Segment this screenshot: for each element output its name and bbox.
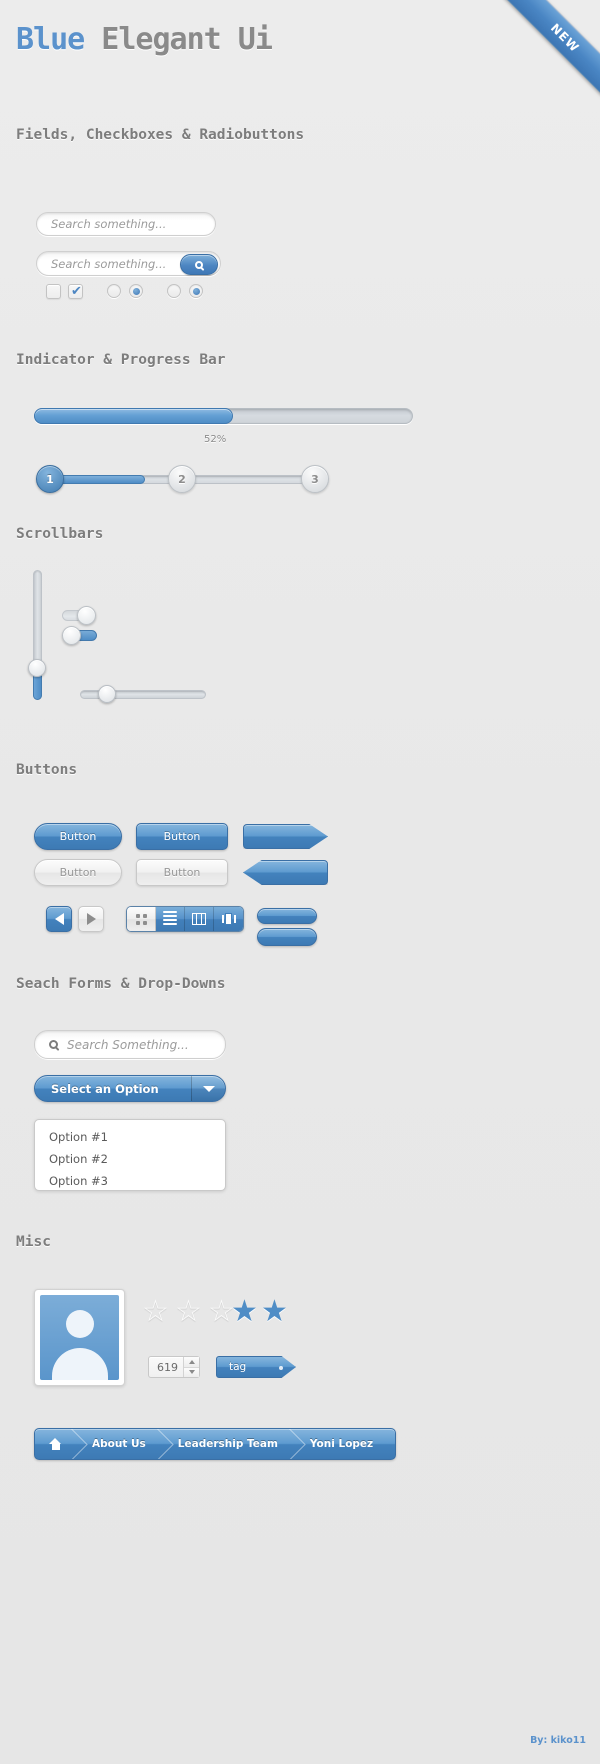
radio-dot-icon (133, 288, 140, 295)
progress-bar (34, 408, 413, 424)
step-indicator-fill (50, 475, 145, 484)
dropdown-options-list[interactable]: Option #1 Option #2 Option #3 (34, 1119, 226, 1191)
radio-checked-a[interactable] (129, 284, 143, 298)
search-form-input[interactable]: Search Something... (34, 1030, 226, 1059)
radio-checked-b[interactable] (189, 284, 203, 298)
section-title-fields: Fields, Checkboxes & Radiobuttons (16, 127, 305, 143)
progress-percent-label: 52% (204, 434, 227, 445)
coverflow-view-icon (221, 913, 237, 925)
check-icon: ✔ (71, 284, 82, 299)
new-ribbon-label: NEW (502, 0, 600, 101)
rating-star-5[interactable]: ★ (261, 1297, 288, 1327)
progress-bar-fill (34, 408, 234, 424)
quantity-stepper-value: 619 (157, 1360, 178, 1374)
column-view-icon (192, 913, 206, 925)
dropdown-toggle-button[interactable] (191, 1076, 225, 1101)
toggle-handle-off[interactable] (77, 606, 96, 625)
avatar-image (40, 1295, 119, 1380)
dropdown-selected-label: Select an Option (51, 1081, 159, 1096)
dropdown-select[interactable]: Select an Option (34, 1075, 226, 1102)
toggle-handle-on[interactable] (62, 626, 81, 645)
footer-credit: By: kiko11 (530, 1735, 586, 1746)
triangle-left-icon (54, 913, 64, 925)
home-icon (49, 1438, 62, 1450)
section-title-indicator: Indicator & Progress Bar (16, 352, 226, 368)
triangle-right-icon (86, 913, 96, 925)
dropdown-option-3[interactable]: Option #3 (35, 1170, 225, 1192)
new-ribbon: NEW (490, 0, 600, 110)
breadcrumb-item-leadership-team[interactable]: Leadership Team (160, 1429, 292, 1459)
avatar-body-icon (51, 1348, 108, 1380)
rating-star-1[interactable]: ☆ (142, 1297, 169, 1327)
caret-down-icon (188, 1370, 195, 1375)
toggle-switch-off[interactable] (62, 606, 97, 625)
search-submit-button[interactable] (180, 254, 218, 275)
avatar (34, 1289, 125, 1386)
button-gray-rect[interactable]: Button (136, 859, 228, 886)
search-input-plain-placeholder: Search something... (51, 217, 167, 231)
step-1[interactable]: 1 (36, 465, 64, 493)
tag-hole-icon (279, 1366, 283, 1370)
radio-dot-icon (193, 288, 200, 295)
view-mode-segmented-control[interactable] (126, 906, 244, 932)
section-title-buttons: Buttons (16, 762, 78, 778)
stepper-decrement-button[interactable] (184, 1367, 199, 1377)
section-title-misc: Misc (16, 1234, 51, 1250)
grid-view-icon (135, 913, 147, 925)
magnifier-icon (49, 1040, 58, 1049)
vertical-scrollbar-handle[interactable] (28, 659, 46, 677)
breadcrumb-home[interactable] (35, 1429, 74, 1459)
step-2[interactable]: 2 (168, 465, 196, 493)
breadcrumb[interactable]: About Us Leadership Team Yoni Lopez (34, 1428, 396, 1460)
toggle-switch-on[interactable] (62, 626, 97, 645)
tag-chip[interactable]: tag (216, 1356, 296, 1378)
button-small-blue-bottom[interactable] (257, 928, 317, 946)
button-blue-rect[interactable]: Button (136, 823, 228, 850)
segment-list-view[interactable] (156, 907, 185, 931)
caret-up-icon (188, 1359, 195, 1364)
quantity-stepper-buttons[interactable] (183, 1357, 199, 1377)
segment-column-view[interactable] (185, 907, 214, 931)
button-arrow-right[interactable] (243, 824, 328, 849)
rating-star-2[interactable]: ☆ (175, 1297, 202, 1327)
avatar-head-icon (65, 1310, 94, 1339)
button-small-blue-top[interactable] (257, 908, 317, 924)
step-3[interactable]: 3 (301, 465, 329, 493)
checkbox-unchecked[interactable] (46, 284, 61, 299)
page-title-blue: Blue (16, 22, 85, 57)
tag-label: tag (229, 1361, 247, 1373)
search-input-with-button[interactable]: Search something... (36, 251, 221, 276)
segment-grid-view[interactable] (127, 907, 156, 931)
magnifier-icon (195, 260, 203, 269)
search-input-with-button-placeholder: Search something... (51, 256, 167, 271)
search-input-plain[interactable]: Search something... (36, 212, 216, 236)
search-form-placeholder: Search Something... (67, 1037, 189, 1052)
radio-unchecked-a[interactable] (107, 284, 121, 298)
stepper-increment-button[interactable] (184, 1357, 199, 1368)
segment-coverflow-view[interactable] (214, 907, 243, 931)
section-title-search-forms: Seach Forms & Drop-Downs (16, 976, 226, 992)
page-title: Blue Elegant Ui (16, 22, 273, 57)
prev-button[interactable] (46, 906, 72, 932)
button-gray-pill[interactable]: Button (34, 859, 122, 886)
dropdown-option-2[interactable]: Option #2 (35, 1148, 225, 1170)
next-button[interactable] (78, 906, 104, 932)
list-view-icon (163, 911, 177, 927)
checkbox-checked[interactable]: ✔ (68, 284, 83, 299)
radio-unchecked-b[interactable] (167, 284, 181, 298)
section-title-scrollbars: Scrollbars (16, 526, 104, 542)
rating-star-4[interactable]: ★ (231, 1297, 258, 1327)
caret-down-icon (202, 1085, 215, 1092)
button-arrow-left[interactable] (243, 860, 328, 885)
page-title-rest: Elegant Ui (84, 22, 273, 57)
button-blue-pill[interactable]: Button (34, 823, 122, 850)
horizontal-slider-handle[interactable] (98, 685, 116, 703)
quantity-stepper[interactable]: 619 (148, 1356, 200, 1378)
dropdown-option-1[interactable]: Option #1 (35, 1126, 225, 1148)
